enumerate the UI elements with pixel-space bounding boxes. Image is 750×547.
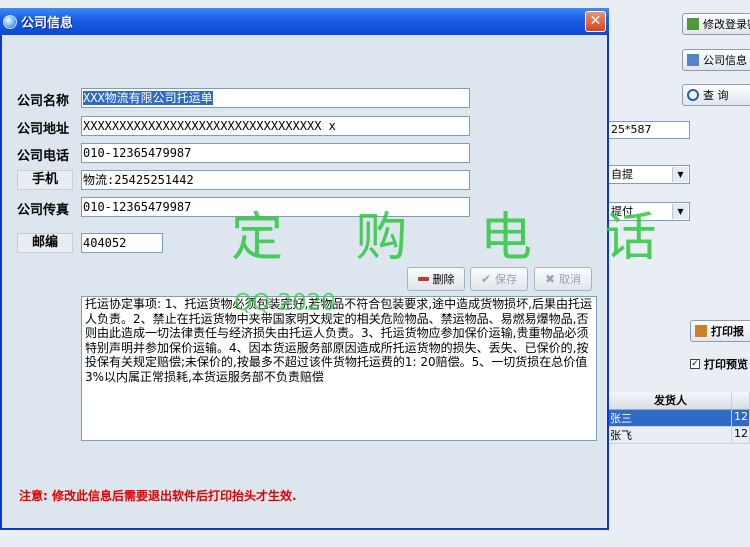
- postcode-label: 邮编: [17, 233, 73, 253]
- checkmark-icon: ✔: [480, 271, 492, 286]
- company-info-button[interactable]: 公司信息: [682, 49, 750, 71]
- query-button[interactable]: 查 询: [682, 84, 750, 106]
- table-row[interactable]: 张飞 12: [608, 427, 750, 444]
- cancel-button[interactable]: ✖ 取消: [534, 267, 592, 291]
- shipper-table: 发货人 张三 12 张飞 12: [608, 392, 750, 444]
- company-name-label: 公司名称: [17, 94, 70, 109]
- company-phone-input[interactable]: 010-12365479987: [81, 143, 470, 163]
- notice-text: 注意: 修改此信息后需要退出软件后打印抬头才生效.: [19, 489, 297, 503]
- printer-icon: [695, 325, 707, 337]
- dialog-title: 公司信息: [21, 16, 74, 31]
- table-row[interactable]: 张三 12: [608, 410, 750, 427]
- terms-textarea[interactable]: 托运协定事项: 1、托运货物必须包装完好,若物品不符合包装要求,途中造成货物损坏…: [81, 296, 597, 441]
- print-preview-checkbox[interactable]: ✓ 打印预览: [690, 356, 748, 372]
- close-icon: ✖: [544, 271, 556, 286]
- company-address-input[interactable]: XXXXXXXXXXXXXXXXXXXXXXXXXXXXXXXXX x: [81, 116, 470, 136]
- app-icon: [3, 14, 17, 29]
- search-icon: [687, 89, 699, 101]
- company-name-input[interactable]: XXX物流有限公司托运单: [81, 88, 470, 108]
- modify-login-password-button[interactable]: 修改登录密: [682, 13, 750, 35]
- postcode-input[interactable]: 404052: [81, 233, 163, 253]
- chevron-down-icon: ▼: [672, 167, 688, 182]
- company-phone-label: 公司电话: [17, 149, 70, 164]
- print-button[interactable]: 打印报: [690, 320, 750, 342]
- checkbox-checked-icon: ✓: [690, 359, 700, 369]
- edit-icon: [687, 18, 699, 30]
- save-button[interactable]: ✔ 保存: [470, 267, 528, 291]
- delete-button[interactable]: 删除: [407, 267, 465, 291]
- table-header: 发货人: [608, 392, 750, 410]
- close-button[interactable]: ✕: [585, 11, 606, 32]
- size-input[interactable]: 25*587: [608, 121, 690, 139]
- document-search-icon: [687, 54, 699, 66]
- company-info-dialog: 公司信息 ✕ 公司名称 XXX物流有限公司托运单 公司地址 XXXXXXXXXX…: [0, 8, 657, 530]
- minus-icon: [417, 277, 429, 281]
- watermark-qq: QQ 2020: [234, 290, 337, 316]
- pickup-select[interactable]: 自提 ▼: [608, 165, 690, 184]
- watermark-order-phone: 定 购 电 话: [231, 208, 685, 268]
- company-fax-label: 公司传真: [17, 203, 70, 218]
- dialog-titlebar[interactable]: 公司信息 ✕: [0, 8, 609, 35]
- mobile-input[interactable]: 物流:25425251442: [81, 170, 470, 190]
- mobile-label: 手机: [17, 170, 73, 190]
- company-address-label: 公司地址: [17, 122, 70, 137]
